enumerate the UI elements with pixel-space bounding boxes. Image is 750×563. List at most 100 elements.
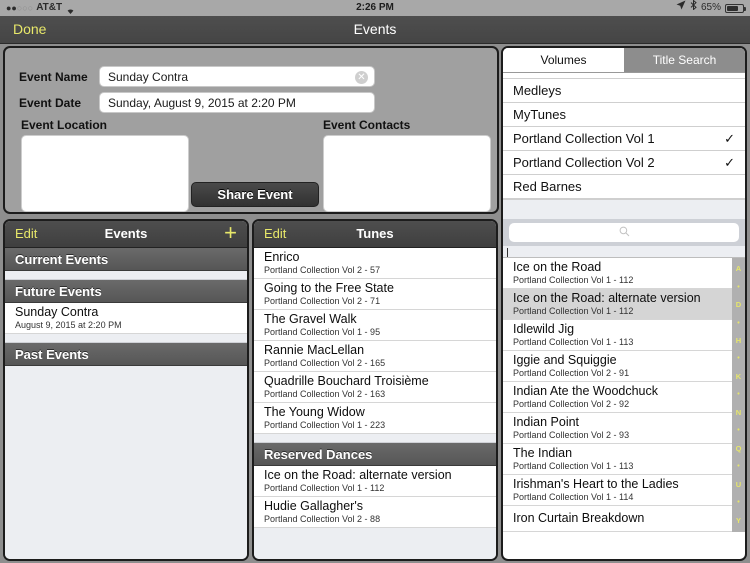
search-input[interactable] bbox=[509, 223, 739, 242]
tab-volumes[interactable]: Volumes bbox=[503, 48, 624, 73]
list-item-title: The Indian bbox=[513, 446, 573, 460]
list-item-title: Iron Curtain Breakdown bbox=[513, 511, 645, 525]
section-spacer bbox=[254, 434, 496, 443]
event-detail-form: Event Name Sunday Contra ✕ Event Date Su… bbox=[3, 46, 499, 214]
list-item[interactable]: Indian Ate the Woodchuck Portland Collect… bbox=[503, 382, 732, 413]
list-item-title: Ice on the Road: alternate version bbox=[264, 468, 452, 482]
list-item[interactable]: The Young Widow Portland Collection Vol 1… bbox=[254, 403, 496, 434]
list-item-subtitle: Portland Collection Vol 1 - 95 bbox=[264, 327, 381, 337]
section-header: Future Events bbox=[5, 280, 247, 303]
event-location-input[interactable] bbox=[21, 135, 189, 212]
list-item[interactable]: Ice on the Road: alternate version Portla… bbox=[254, 466, 496, 497]
index-letter[interactable]: D bbox=[736, 301, 741, 309]
index-letter[interactable]: N bbox=[736, 409, 741, 417]
list-item-title: Indian Point bbox=[513, 415, 580, 429]
volume-name: Portland Collection Vol 2 bbox=[513, 155, 655, 170]
battery-percent-label: 65% bbox=[700, 2, 721, 13]
tab-title-search[interactable]: Title Search bbox=[624, 48, 745, 73]
list-item-title: Quadrille Bouchard Troisième bbox=[264, 374, 429, 388]
add-event-button[interactable]: + bbox=[224, 221, 237, 246]
index-letter[interactable]: • bbox=[737, 499, 739, 506]
section-header: Past Events bbox=[5, 343, 247, 366]
index-letter[interactable]: • bbox=[737, 463, 739, 470]
tunes-list-panel: Edit Tunes Enrico Portland Collection Vol… bbox=[252, 219, 498, 561]
list-item[interactable]: Indian Point Portland Collection Vol 2 - … bbox=[503, 413, 732, 444]
list-item-title: The Gravel Walk bbox=[264, 312, 357, 326]
list-item[interactable]: Rannie MacLellan Portland Collection Vol … bbox=[254, 341, 496, 372]
checkmark-icon: ✓ bbox=[724, 130, 735, 146]
events-panel-title: Events bbox=[104, 226, 148, 241]
index-letter[interactable]: Q bbox=[736, 445, 742, 453]
index-letter[interactable]: • bbox=[737, 284, 739, 291]
index-letter[interactable]: K bbox=[736, 373, 741, 381]
event-date-input[interactable]: Sunday, August 9, 2015 at 2:20 PM bbox=[99, 92, 375, 113]
list-item[interactable]: Hudie Gallagher's Portland Collection Vol… bbox=[254, 497, 496, 528]
list-item-subtitle: Portland Collection Vol 1 - 223 bbox=[264, 420, 386, 430]
list-item[interactable]: Sunday Contra August 9, 2015 at 2:20 PM bbox=[5, 303, 247, 334]
share-event-button[interactable]: Share Event bbox=[191, 182, 319, 207]
event-name-value: Sunday Contra bbox=[108, 69, 189, 84]
tunes-panel-toolbar: Edit Tunes bbox=[254, 221, 496, 248]
event-contacts-input[interactable] bbox=[323, 135, 491, 212]
list-item[interactable]: Idlewild Jig Portland Collection Vol 1 - … bbox=[503, 320, 732, 351]
events-list-body[interactable]: Current Events Future Events Sunday Contra… bbox=[5, 248, 247, 559]
list-item[interactable]: Ice on the Road Portland Collection Vol 1… bbox=[503, 258, 732, 289]
volume-row[interactable]: Red Barnes bbox=[503, 175, 745, 199]
volume-row[interactable]: Medleys bbox=[503, 79, 745, 103]
status-bar: ●●○○○ AT&T 2:26 PM 65% bbox=[0, 0, 750, 16]
list-item-subtitle: Portland Collection Vol 2 - 165 bbox=[264, 358, 386, 368]
location-arrow-icon bbox=[676, 0, 686, 16]
page-title: Events bbox=[353, 21, 397, 37]
list-item[interactable]: Quadrille Bouchard Troisième Portland Col… bbox=[254, 372, 496, 403]
volume-row[interactable]: MyTunes bbox=[503, 103, 745, 127]
list-item-title: Enrico bbox=[264, 250, 300, 264]
list-item-title: Sunday Contra bbox=[15, 305, 99, 319]
top-navigation-bar: Done Events bbox=[0, 16, 750, 44]
index-letter[interactable]: A bbox=[736, 265, 741, 273]
volume-row[interactable]: Portland Collection Vol 1 ✓ bbox=[503, 127, 745, 151]
event-date-row: Event Date Sunday, August 9, 2015 at 2:2… bbox=[19, 92, 375, 113]
index-letter[interactable]: H bbox=[736, 337, 741, 345]
empty-section-row bbox=[5, 271, 247, 280]
index-letter[interactable]: • bbox=[737, 320, 739, 327]
index-letter[interactable]: • bbox=[737, 391, 739, 398]
list-item-title: Ice on the Road bbox=[513, 260, 602, 274]
list-item-subtitle: Portland Collection Vol 1 - 114 bbox=[513, 492, 634, 502]
index-letter[interactable]: • bbox=[737, 355, 739, 362]
volumes-list[interactable]: Medleys MyTunes Portland Collection Vol 1 ✓… bbox=[503, 73, 745, 199]
list-item[interactable]: Iggie and Squiggie Portland Collection Vo… bbox=[503, 351, 732, 382]
clear-icon[interactable]: ✕ bbox=[355, 71, 368, 84]
library-panel: Volumes Title Search Medleys MyTunes Portla… bbox=[501, 46, 747, 561]
event-date-value: Sunday, August 9, 2015 at 2:20 PM bbox=[108, 95, 296, 110]
event-contacts-label: Event Contacts bbox=[323, 118, 411, 132]
index-letter[interactable]: Y bbox=[736, 517, 741, 525]
library-tunes-list[interactable]: Ice on the Road Portland Collection Vol 1… bbox=[503, 258, 732, 532]
index-letter[interactable]: • bbox=[737, 427, 739, 434]
list-item-subtitle: Portland Collection Vol 2 - 71 bbox=[264, 296, 381, 306]
volume-row[interactable]: Portland Collection Vol 2 ✓ bbox=[503, 151, 745, 175]
list-item[interactable]: The Gravel Walk Portland Collection Vol 1… bbox=[254, 310, 496, 341]
list-item[interactable]: Iron Curtain Breakdown bbox=[503, 506, 732, 532]
list-item-subtitle: Portland Collection Vol 2 - 163 bbox=[264, 389, 386, 399]
library-tunes-container: Ice on the Road Portland Collection Vol 1… bbox=[503, 258, 745, 532]
tunes-list-body[interactable]: Enrico Portland Collection Vol 2 - 57 Goin… bbox=[254, 248, 496, 559]
events-panel-toolbar: Edit Events + bbox=[5, 221, 247, 248]
list-item[interactable]: Irishman's Heart to the Ladies Portland C… bbox=[503, 475, 732, 506]
battery-icon bbox=[725, 3, 746, 13]
list-item[interactable]: Enrico Portland Collection Vol 2 - 57 bbox=[254, 248, 496, 279]
alphabet-index-bar[interactable]: A • D • H • K • N • Q • U • Y bbox=[732, 258, 745, 532]
list-item-title: Irishman's Heart to the Ladies bbox=[513, 477, 679, 491]
list-item[interactable]: Ice on the Road: alternate version Portla… bbox=[503, 289, 732, 320]
event-name-input[interactable]: Sunday Contra ✕ bbox=[99, 66, 375, 87]
list-item[interactable]: The Indian Portland Collection Vol 1 - 11… bbox=[503, 444, 732, 475]
volume-name: Medleys bbox=[513, 83, 562, 98]
screen: ●●○○○ AT&T 2:26 PM 65% Done Events Event… bbox=[0, 0, 750, 563]
search-text-cursor-row bbox=[503, 246, 745, 258]
index-letter[interactable]: U bbox=[736, 481, 741, 489]
checkmark-icon: ✓ bbox=[724, 154, 735, 170]
library-tab-bar[interactable]: Volumes Title Search bbox=[503, 48, 745, 73]
event-date-label: Event Date bbox=[19, 95, 82, 110]
list-item-subtitle: Portland Collection Vol 2 - 91 bbox=[513, 368, 630, 378]
list-item-subtitle: Portland Collection Vol 2 - 88 bbox=[264, 514, 381, 524]
list-item[interactable]: Going to the Free State Portland Collecti… bbox=[254, 279, 496, 310]
